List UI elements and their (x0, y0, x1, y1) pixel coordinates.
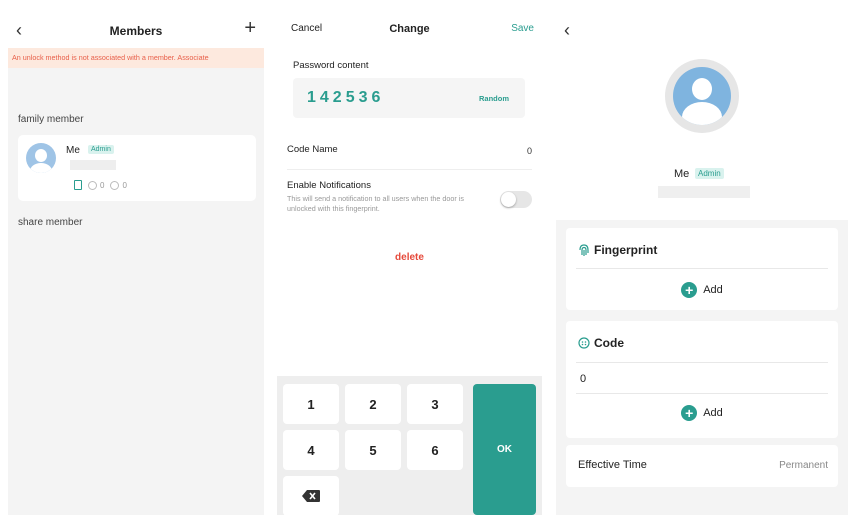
avatar (26, 143, 56, 173)
numeric-keypad: 1 2 3 4 5 6 OK (277, 376, 542, 515)
back-icon[interactable]: ‹ (564, 20, 570, 41)
key-4[interactable]: 4 (283, 430, 339, 470)
random-button[interactable]: Random (479, 94, 509, 103)
fingerprint-icon (110, 180, 120, 190)
code-heading: Code (578, 336, 624, 350)
key-5[interactable]: 5 (345, 430, 401, 470)
fingerprint-card: Fingerprint + Add (566, 228, 838, 310)
member-profile-header: ‹ Me Admin (556, 14, 848, 220)
admin-badge: Admin (88, 145, 114, 154)
member-name: Me (66, 145, 80, 156)
blurred-info (70, 160, 116, 170)
members-screen: ‹ Members + An unlock method is not asso… (8, 14, 264, 515)
count-b: 0 (122, 180, 127, 190)
back-icon[interactable]: ‹ (16, 20, 22, 41)
code-icon (578, 337, 590, 349)
code-entry[interactable]: 0 (580, 373, 586, 385)
password-label: Password content (293, 60, 369, 71)
save-button[interactable]: Save (511, 23, 534, 34)
count-a: 0 (100, 180, 105, 190)
app-root: ‹ Members + An unlock method is not asso… (0, 0, 848, 515)
notifications-description: This will send a notification to all use… (287, 194, 464, 213)
code-name-label: Code Name (287, 144, 338, 155)
code-card: Code 0 + Add (566, 321, 838, 438)
fingerprint-heading: Fingerprint (578, 243, 657, 257)
key-1[interactable]: 1 (283, 384, 339, 424)
member-card[interactable]: Me Admin 0 0 (18, 135, 256, 201)
backspace-icon (302, 490, 320, 502)
key-6[interactable]: 6 (407, 430, 463, 470)
plus-icon: + (681, 282, 698, 298)
code-name-row[interactable]: Code Name 0 (287, 144, 532, 170)
admin-badge: Admin (695, 168, 724, 179)
member-detail-screen: ‹ Me Admin Fingerprint + Add Code 0 + Ad… (556, 14, 848, 515)
card-icon (74, 180, 82, 190)
share-member-heading: share member (18, 217, 83, 228)
key-2[interactable]: 2 (345, 384, 401, 424)
ok-key[interactable]: OK (473, 384, 536, 515)
add-fingerprint-button[interactable]: + Add (566, 282, 838, 298)
delete-button[interactable]: delete (277, 252, 542, 263)
page-title: Change (389, 23, 430, 35)
notifications-title: Enable Notifications (287, 180, 371, 191)
code-icon (88, 180, 97, 190)
blurred-info (658, 186, 750, 198)
unlinked-warning-banner[interactable]: An unlock method is not associated with … (8, 48, 264, 68)
effective-time-row[interactable]: Effective Time Permanent (566, 445, 838, 487)
add-code-button[interactable]: + Add (566, 405, 838, 421)
effective-time-value: Permanent (779, 460, 828, 471)
add-member-icon[interactable]: + (244, 17, 256, 40)
member-name: Me (674, 168, 690, 180)
members-header: ‹ Members + (8, 14, 264, 48)
backspace-key[interactable] (283, 476, 339, 515)
fingerprint-icon (579, 243, 589, 256)
notifications-toggle[interactable] (500, 191, 532, 208)
password-field[interactable]: 142536 Random (293, 78, 525, 118)
password-value: 142536 (307, 89, 385, 106)
key-3[interactable]: 3 (407, 384, 463, 424)
family-member-heading: family member (18, 114, 84, 125)
effective-time-label: Effective Time (578, 459, 647, 471)
code-name-value: 0 (526, 146, 532, 156)
change-header: Cancel Change Save (277, 14, 542, 46)
unlock-method-counts: 0 0 (74, 180, 127, 190)
change-screen: Cancel Change Save Password content 1425… (277, 14, 542, 515)
page-title: Members (109, 24, 163, 38)
plus-icon: + (681, 405, 698, 421)
avatar (665, 59, 739, 133)
